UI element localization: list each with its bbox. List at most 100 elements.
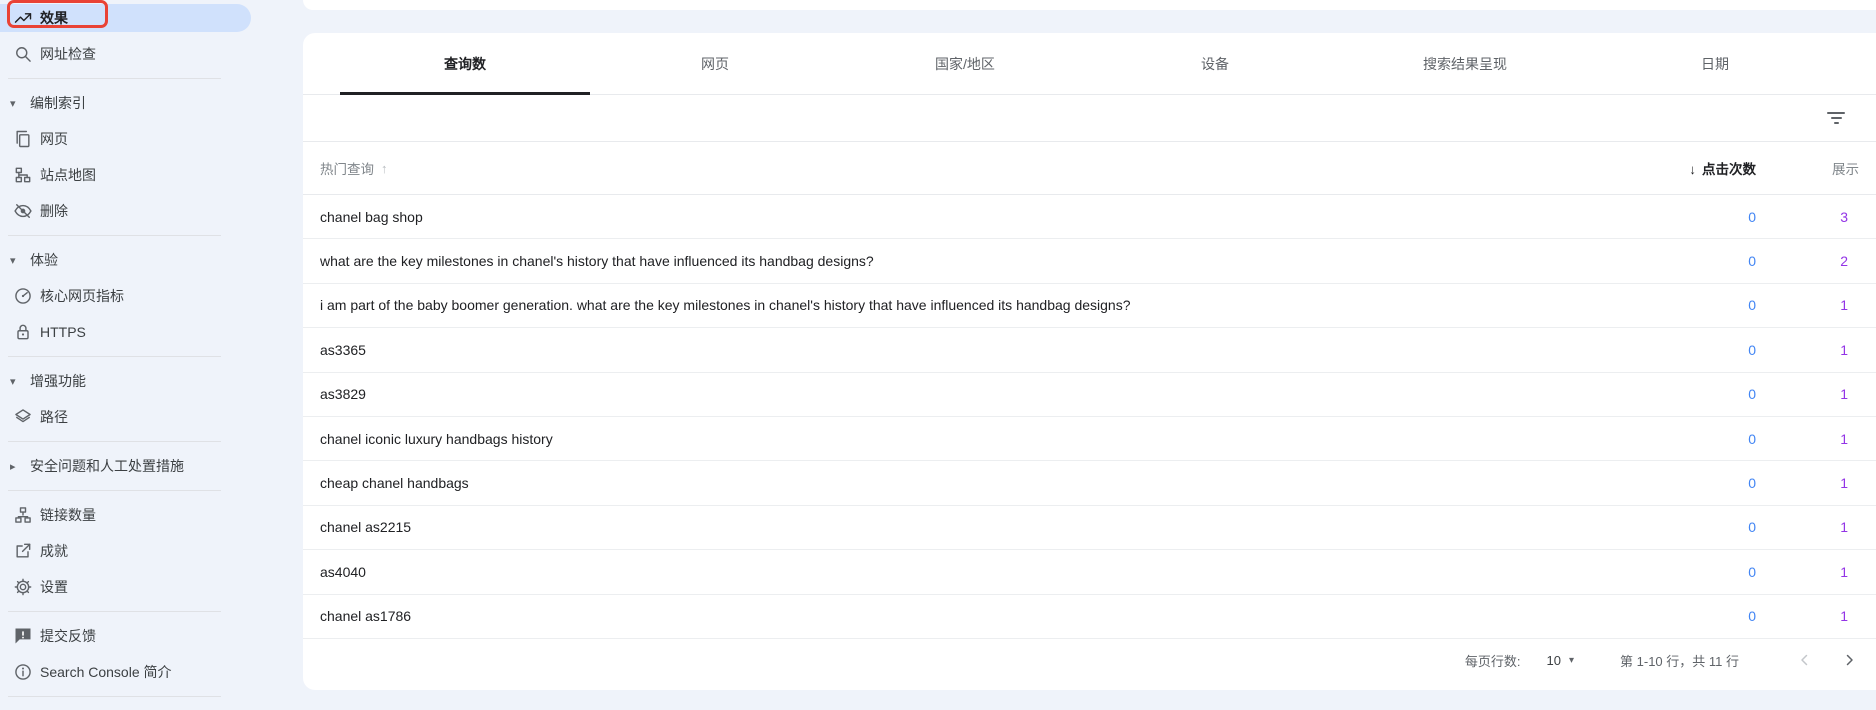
tab-queries[interactable]: 查询数 bbox=[340, 33, 590, 94]
table-row[interactable]: chanel iconic luxury handbags history01 bbox=[303, 417, 1876, 461]
sort-descending-icon: ↓ bbox=[1689, 162, 1696, 177]
impressions-cell: 1 bbox=[1648, 608, 1848, 624]
chevron-left-icon bbox=[1796, 651, 1814, 669]
sidebar-item-feedback[interactable]: 提交反馈 bbox=[0, 618, 250, 654]
tab-pages[interactable]: 网页 bbox=[590, 33, 840, 94]
table-row[interactable]: cheap chanel handbags01 bbox=[303, 461, 1876, 505]
sidebar-item-label: 设置 bbox=[40, 577, 68, 597]
table-row[interactable]: as382901 bbox=[303, 373, 1876, 417]
sidebar-section-indexing[interactable]: ▾ 编制索引 bbox=[0, 85, 250, 121]
impressions-cell: 1 bbox=[1648, 431, 1848, 447]
caret-down-icon: ▾ bbox=[10, 97, 16, 110]
sidebar-item-label: 路径 bbox=[40, 407, 68, 427]
rows-per-page-value[interactable]: 10 bbox=[1547, 653, 1561, 668]
query-cell: chanel as1786 bbox=[320, 608, 411, 624]
query-cell: cheap chanel handbags bbox=[320, 475, 469, 491]
sidebar-section-label: 安全问题和人工处置措施 bbox=[30, 456, 184, 476]
sidebar-item-performance[interactable]: 效果 bbox=[0, 0, 250, 36]
sidebar-item-label: 成就 bbox=[40, 541, 68, 561]
sidebar-section-label: 编制索引 bbox=[30, 93, 86, 113]
sort-ascending-icon: ↑ bbox=[381, 161, 388, 176]
tab-devices[interactable]: 设备 bbox=[1090, 33, 1340, 94]
tab-dates[interactable]: 日期 bbox=[1590, 33, 1840, 94]
table-row[interactable]: chanel as221501 bbox=[303, 506, 1876, 550]
caret-right-icon: ▸ bbox=[10, 460, 16, 473]
eye-off-icon bbox=[13, 201, 33, 221]
sidebar-divider bbox=[8, 441, 221, 442]
table-row[interactable]: as336501 bbox=[303, 328, 1876, 372]
sidebar-item-label: 提交反馈 bbox=[40, 626, 96, 646]
sidebar-item-label: 删除 bbox=[40, 201, 68, 221]
sidebar-item-settings[interactable]: 设置 bbox=[0, 569, 250, 605]
previous-card-bottom-strip bbox=[303, 0, 1876, 10]
red-annotation-box bbox=[7, 0, 108, 28]
pages-icon bbox=[13, 129, 33, 149]
caret-down-icon: ▾ bbox=[10, 375, 16, 388]
sidebar-item-label: Search Console 简介 bbox=[40, 662, 172, 682]
filter-list-icon[interactable] bbox=[1826, 110, 1846, 128]
sidebar-divider bbox=[8, 696, 221, 697]
sidebar-item-removals[interactable]: 删除 bbox=[0, 193, 250, 229]
query-cell: what are the key milestones in chanel's … bbox=[320, 253, 874, 269]
table-row[interactable]: i am part of the baby boomer generation.… bbox=[303, 284, 1876, 328]
table-row[interactable]: what are the key milestones in chanel's … bbox=[303, 239, 1876, 283]
sidebar-section-enhancements[interactable]: ▾ 增强功能 bbox=[0, 363, 250, 399]
links-icon bbox=[13, 505, 33, 525]
rows-per-page-dropdown-icon[interactable]: ▾ bbox=[1569, 655, 1574, 666]
sidebar-item-breadcrumbs[interactable]: 路径 bbox=[0, 399, 250, 435]
sidebar-section-label: 增强功能 bbox=[30, 371, 86, 391]
sidebar-item-label: 核心网页指标 bbox=[40, 286, 124, 306]
gauge-icon bbox=[13, 286, 33, 306]
sidebar-item-pages[interactable]: 网页 bbox=[0, 121, 250, 157]
caret-down-icon: ▾ bbox=[10, 254, 16, 267]
sidebar-item-https[interactable]: HTTPS bbox=[0, 314, 250, 350]
clicks-label: 点击次数 bbox=[1702, 162, 1756, 177]
rows-per-page-label: 每页行数: bbox=[1465, 651, 1521, 670]
open-new-icon bbox=[13, 541, 33, 561]
performance-table-card: 查询数网页国家/地区设备搜索结果呈现日期 热门查询 ↑ ↓ 点击次数 展示 cha… bbox=[303, 33, 1876, 690]
sidebar-item-core-web-vitals[interactable]: 核心网页指标 bbox=[0, 278, 250, 314]
sidebar-item-label: 网址检查 bbox=[40, 44, 96, 64]
sidebar-item-about[interactable]: Search Console 简介 bbox=[0, 654, 250, 690]
gear-icon bbox=[13, 577, 33, 597]
sidebar-divider bbox=[8, 235, 221, 236]
query-cell: chanel as2215 bbox=[320, 519, 411, 535]
sidebar-item-sitemaps[interactable]: 站点地图 bbox=[0, 157, 250, 193]
sidebar-section-security-and-manual-actions[interactable]: ▸ 安全问题和人工处置措施 bbox=[0, 448, 250, 484]
search-icon bbox=[13, 44, 33, 64]
lock-icon bbox=[13, 322, 33, 342]
dimension-tabs: 查询数网页国家/地区设备搜索结果呈现日期 bbox=[303, 33, 1876, 95]
query-cell: as3829 bbox=[320, 386, 366, 402]
impressions-cell: 1 bbox=[1648, 386, 1848, 402]
impressions-cell: 1 bbox=[1648, 342, 1848, 358]
top-queries-label: 热门查询 bbox=[320, 158, 374, 178]
previous-page-button[interactable] bbox=[1793, 648, 1817, 672]
table-row[interactable]: as404001 bbox=[303, 550, 1876, 594]
pagination-range-label: 第 1-10 行，共 11 行 bbox=[1620, 651, 1739, 670]
tab-search-appearance[interactable]: 搜索结果呈现 bbox=[1340, 33, 1590, 94]
chevron-right-icon bbox=[1840, 651, 1858, 669]
impressions-cell: 1 bbox=[1648, 297, 1848, 313]
tab-countries[interactable]: 国家/地区 bbox=[840, 33, 1090, 94]
column-header-impressions[interactable]: 展示 bbox=[1832, 158, 1859, 178]
table-body: chanel bag shop03 what are the key milest… bbox=[303, 195, 1876, 639]
sidebar-item-label: HTTPS bbox=[40, 324, 86, 340]
impressions-cell: 1 bbox=[1648, 564, 1848, 580]
sidebar-item-label: 网页 bbox=[40, 129, 68, 149]
table-row[interactable]: chanel bag shop03 bbox=[303, 195, 1876, 239]
query-cell: i am part of the baby boomer generation.… bbox=[320, 297, 1131, 313]
sidebar-section-label: 体验 bbox=[30, 250, 58, 270]
column-header-top-queries[interactable]: 热门查询 ↑ bbox=[320, 158, 388, 178]
impressions-cell: 1 bbox=[1648, 475, 1848, 491]
next-page-button[interactable] bbox=[1837, 648, 1861, 672]
sidebar-divider bbox=[8, 356, 221, 357]
sidebar-item-links[interactable]: 链接数量 bbox=[0, 497, 250, 533]
filter-row bbox=[303, 95, 1876, 142]
sidebar-section-experience[interactable]: ▾ 体验 bbox=[0, 242, 250, 278]
impressions-cell: 1 bbox=[1648, 519, 1848, 535]
sidebar-item-url-inspection[interactable]: 网址检查 bbox=[0, 36, 250, 72]
sidebar-item-achievements[interactable]: 成就 bbox=[0, 533, 250, 569]
query-cell: as4040 bbox=[320, 564, 366, 580]
column-header-clicks[interactable]: ↓ 点击次数 bbox=[1556, 158, 1756, 178]
pagination-bar: 每页行数: 10 ▾ 第 1-10 行，共 11 行 bbox=[303, 630, 1876, 690]
